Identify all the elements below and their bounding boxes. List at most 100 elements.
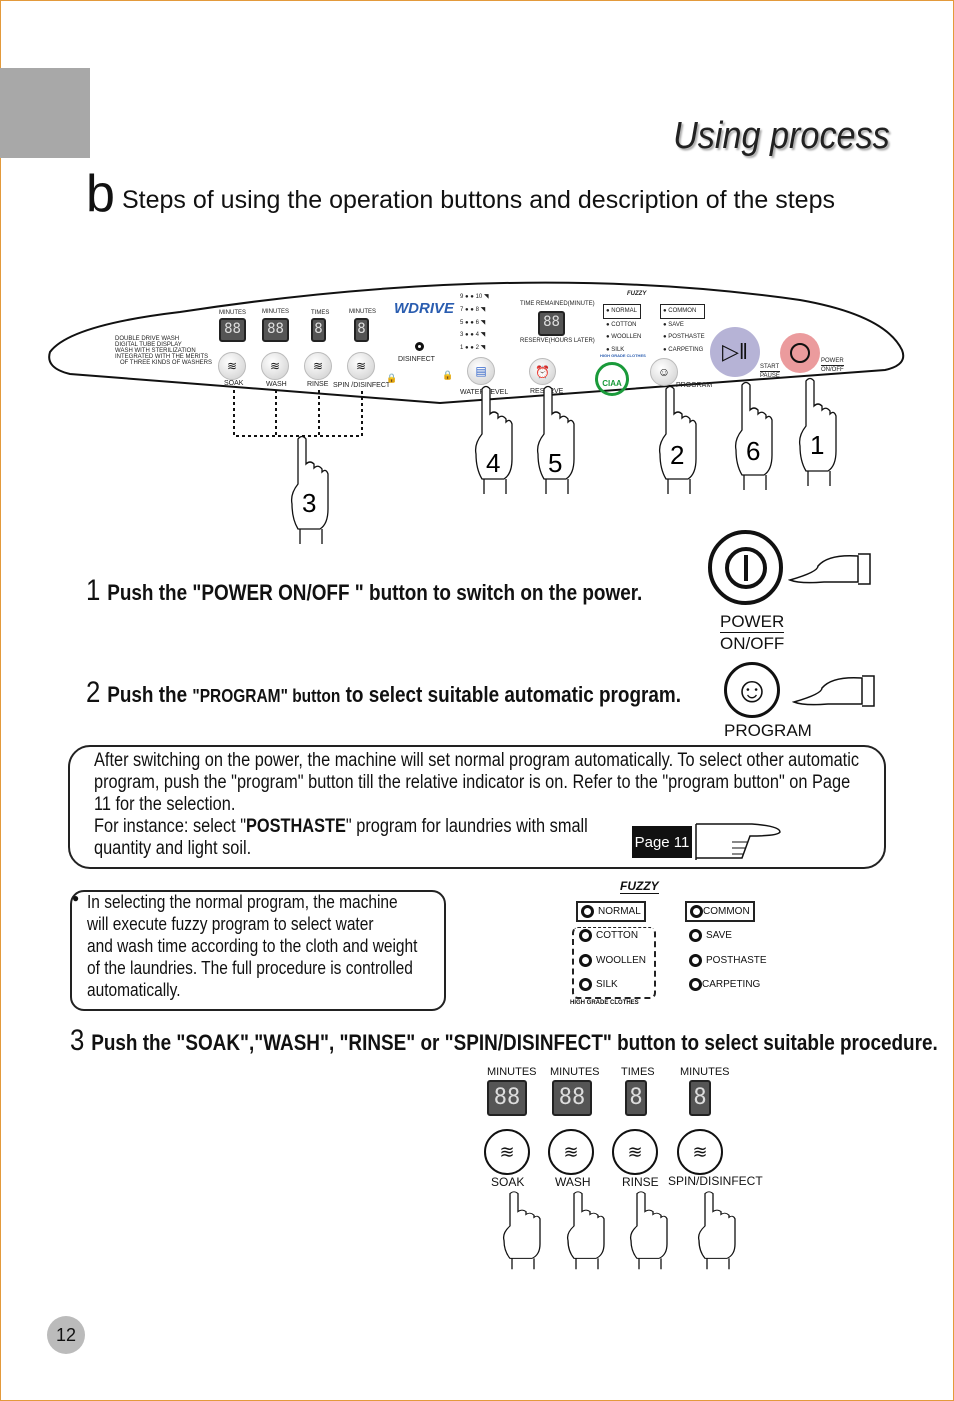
program-silk: SILK (579, 978, 618, 991)
pointing-hand-icon (788, 553, 871, 585)
hand-number: 1 (810, 430, 824, 460)
wash-label: WASH (266, 381, 287, 388)
rinse-label: RINSE (307, 381, 329, 388)
rinse-display: 8 (625, 1080, 647, 1116)
hand-pointer-icon: 1 (798, 377, 837, 486)
spin-display: 8 (689, 1080, 711, 1116)
info-text: After switching on the power, the machin… (94, 750, 860, 859)
program-normal: NORMAL (576, 901, 646, 922)
soak-button-large: ≋ (484, 1129, 530, 1175)
page-title: Using process (673, 115, 890, 157)
soak-display: 88 (219, 318, 246, 342)
power-icon (724, 546, 767, 589)
ciaa-logo: CIAA (595, 362, 629, 396)
hand-number: 4 (486, 448, 500, 478)
reserve-hours-label: RESERVE(HOURS LATER) (520, 338, 595, 344)
hand-pointer-icon (697, 1191, 736, 1270)
program-cotton: COTTON (579, 929, 638, 942)
hand-pointer-icon (566, 1191, 605, 1270)
reserve-button[interactable]: ⏰ (529, 358, 556, 385)
program-save: SAVE (689, 929, 732, 942)
disinfect-label: DISINFECT (398, 356, 435, 363)
pointing-hand-icon (695, 823, 781, 860)
program-list-right: ● COMMON ● SAVE ● POSTHASTE ● CARPETING (660, 304, 705, 356)
hand-number: 3 (302, 488, 316, 518)
display-unit: MINUTES (680, 1066, 730, 1078)
fuzzy-logo-large: FUZZY (620, 879, 659, 894)
power-icon (790, 343, 810, 363)
note-text: In selecting the normal program, the mac… (87, 892, 418, 1000)
hand-number: 2 (670, 440, 684, 470)
time-display: 88 (538, 311, 565, 336)
section-letter: b (86, 165, 115, 223)
bracket-connector (233, 390, 363, 437)
hand-pointer-icon: 6 (734, 381, 773, 490)
wash-display: 88 (262, 318, 289, 342)
power-label: POWER ON/OFF (821, 358, 844, 373)
display-unit: TIMES (621, 1066, 655, 1078)
fuzzy-logo: FUZZY (627, 291, 647, 297)
rinse-button[interactable]: ≋ (304, 352, 332, 380)
bullet-icon: ● (72, 891, 80, 905)
spin-disinfect-button[interactable]: ≋ (347, 352, 375, 380)
display-unit: MINUTES (349, 309, 376, 315)
program-woollen: WOOLLEN (579, 954, 646, 967)
water-level-button[interactable]: ▤ (467, 357, 495, 385)
hand-pointer-icon (502, 1191, 541, 1270)
feature: OF THREE KINDS OF WASHERS (120, 360, 213, 366)
power-button[interactable] (780, 333, 820, 373)
hand-pointer-icon: 5 (536, 385, 575, 494)
hand-pointer-icon (629, 1191, 668, 1270)
display-unit: MINUTES (550, 1066, 600, 1078)
hand-pointer-icon: 4 (474, 385, 513, 494)
program-button[interactable]: ☺ (650, 358, 678, 386)
soak-button[interactable]: ≋ (218, 352, 246, 380)
soak-label: SOAK (491, 1175, 525, 1189)
program-list-left: ● NORMAL ● COTTON ● WOOLLEN ● SILK (603, 304, 642, 356)
rinse-label: RINSE (622, 1175, 659, 1189)
wash-label: WASH (555, 1175, 591, 1189)
soak-label: SOAK (224, 380, 244, 387)
feature-list: DOUBLE DRIVE WASH DIGITAL TUBE DISPLAY W… (115, 336, 212, 366)
step-2: 2 Push the "PROGRAM" button to select sui… (86, 676, 681, 709)
brand-logo: WDRIVE (394, 300, 454, 317)
spin-label: SPIN/DISINFECT (668, 1174, 763, 1188)
program-posthaste: POSTHASTE (689, 954, 767, 967)
pointing-hand-icon (792, 675, 875, 707)
display-unit: MINUTES (487, 1066, 537, 1078)
hand-pointer-icon: 2 (658, 385, 697, 494)
soak-display: 88 (487, 1080, 527, 1116)
page-reference-link[interactable]: Page 11 (632, 826, 692, 858)
step-1: 1 Push the "POWER ON/OFF " button to swit… (86, 574, 643, 607)
spin-display: 8 (354, 318, 369, 342)
display-unit: MINUTES (219, 310, 246, 316)
rinse-button-large: ≋ (612, 1129, 658, 1175)
hand-number: 5 (548, 448, 562, 478)
hand-number: 6 (746, 436, 760, 466)
lock-icon: 🔒 (442, 370, 454, 380)
disinfect-indicator (415, 342, 424, 351)
rinse-display: 8 (311, 318, 326, 342)
program-carpeting: CARPETING (689, 978, 760, 991)
page-number: 12 (47, 1316, 85, 1354)
program-label: PROGRAM (724, 721, 812, 740)
display-unit: MINUTES (262, 309, 289, 315)
step-3: 3 Push the "SOAK","WASH", "RINSE" or "SPI… (70, 1024, 938, 1057)
section-subtitle: Steps of using the operation buttons and… (122, 186, 835, 214)
power-button-large (708, 530, 783, 605)
start-pause-button[interactable]: ▷‖ (710, 327, 760, 377)
program-common: COMMON (685, 901, 755, 922)
water-level-indicators: 9 ● ● 10 ◥ 7 ● ● 8 ◥ 5 ● ● 6 ◥ 3 ● ● 4 ◥… (460, 294, 489, 352)
corner-tab (0, 68, 90, 158)
wash-display: 88 (552, 1080, 592, 1116)
spin-button-large: ≋ (677, 1129, 723, 1175)
hand-pointer-icon: 3 (290, 435, 329, 544)
spin-label: SPIN /DISINFECT (333, 382, 391, 389)
high-grade-label: HIGH GRADE CLOTHES (570, 1000, 639, 1006)
program-button-large: ☺ (724, 662, 780, 718)
wash-button[interactable]: ≋ (261, 352, 289, 380)
display-unit: TIMES (311, 310, 330, 316)
time-remained-label: TIME REMAINED(MINUTE) (520, 301, 595, 307)
power-onoff-label: POWER ON/OFF (720, 612, 785, 653)
high-grade-label: HIGH GRADE CLOTHES (600, 353, 646, 358)
